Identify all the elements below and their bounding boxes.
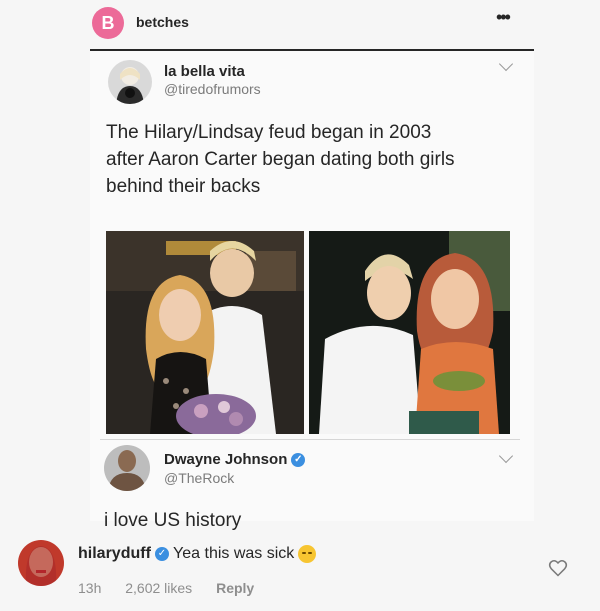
tweet-photo-left[interactable]: [106, 231, 304, 434]
chevron-down-icon[interactable]: [498, 56, 514, 72]
account-avatar[interactable]: B: [92, 7, 124, 39]
commenter-avatar[interactable]: [18, 540, 64, 586]
chevron-down-icon[interactable]: [498, 448, 514, 464]
comment: hilaryduff ✓ Yea this was sick 13h 2,602 …: [0, 522, 600, 611]
tweet-text-line: The Hilary/Lindsay feud began in 2003: [106, 122, 432, 143]
comment-meta: 13h 2,602 likes Reply: [78, 580, 274, 596]
reply-author-handle[interactable]: @TheRock: [164, 470, 234, 486]
tweet-author-handle[interactable]: @tiredofrumors: [164, 81, 261, 97]
tweet-author-name[interactable]: la bella vita: [164, 63, 245, 80]
tweet-card: la bella vita @tiredofrumors The Hilary/…: [90, 51, 534, 531]
tweet-text-line: after Aaron Carter began dating both gir…: [106, 149, 455, 170]
commenter-username[interactable]: hilaryduff: [78, 545, 151, 562]
verified-badge-icon: ✓: [154, 547, 169, 561]
tweet-text-line: behind their backs: [106, 176, 261, 197]
quote-divider: [100, 439, 520, 440]
comment-text: Yea this was sick: [173, 545, 295, 563]
reply-avatar[interactable]: [104, 445, 150, 491]
reply-button[interactable]: Reply: [216, 580, 254, 596]
comment-line: hilaryduff ✓ Yea this was sick: [78, 545, 317, 563]
comment-time: 13h: [78, 580, 102, 596]
reply-author-name[interactable]: Dwayne Johnson ✓: [164, 451, 306, 468]
more-dots-icon[interactable]: •••: [496, 8, 511, 26]
tweet-text: The Hilary/Lindsay feud began in 2003 af…: [106, 119, 516, 200]
reply-author-name-text: Dwayne Johnson: [164, 451, 288, 468]
tweet-avatar[interactable]: [108, 60, 152, 104]
post-header: B betches •••: [0, 0, 600, 46]
account-name[interactable]: betches: [136, 14, 189, 30]
heart-icon[interactable]: [548, 558, 568, 578]
comment-likes[interactable]: 2,602 likes: [125, 580, 192, 596]
verified-badge-icon: ✓: [291, 453, 306, 468]
unamused-face-emoji: [298, 545, 317, 563]
tweet-photo-right[interactable]: [309, 231, 510, 434]
